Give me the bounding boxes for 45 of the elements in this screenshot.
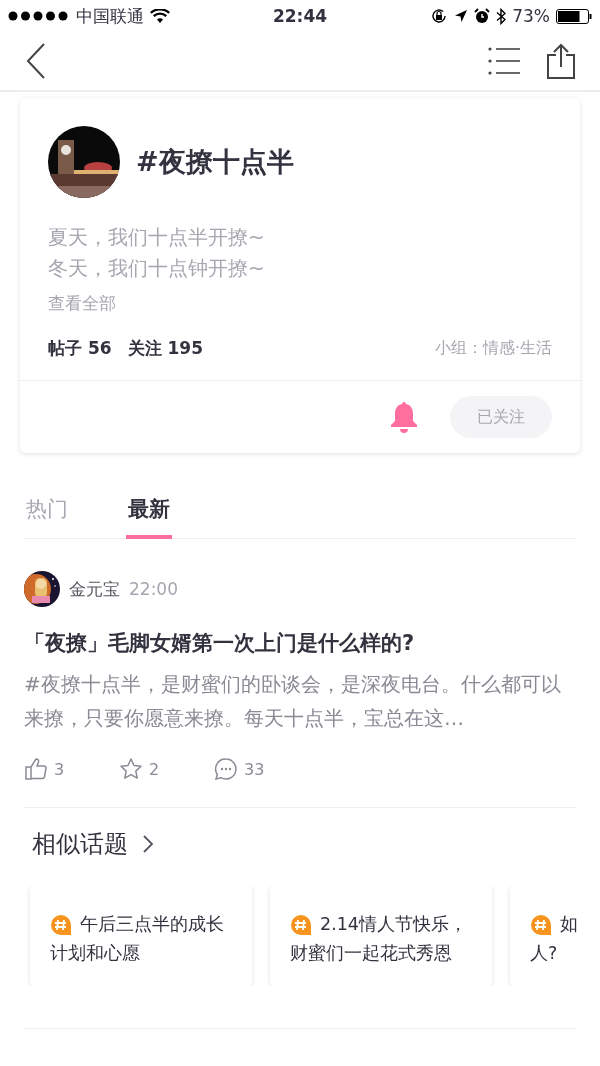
thumbs-up-icon[interactable] xyxy=(24,757,48,781)
group-label: 小组：情感·生活 xyxy=(434,338,552,359)
topic-card[interactable]: 2.14情人节快乐， 财蜜们一起花式秀恩 xyxy=(270,886,492,986)
topic-name: 午后三点半的成长 xyxy=(80,913,224,936)
hashtag-icon xyxy=(50,913,72,936)
topic-name: 2.14情人节快乐， xyxy=(320,913,467,936)
post-time: 22:00 xyxy=(129,579,178,599)
battery-icon xyxy=(556,8,592,24)
bluetooth-icon xyxy=(496,7,507,25)
topic-stat: 帖子 56 xyxy=(48,337,112,360)
section-title: 相似话题 xyxy=(32,829,128,860)
topic-card[interactable]: 如 人? xyxy=(510,886,600,986)
topic-name: 财蜜们一起花式秀恩 xyxy=(290,942,452,965)
topic-stat: 关注 195 xyxy=(127,337,203,360)
chevron-right-icon[interactable] xyxy=(142,834,154,854)
topic-name: 人? xyxy=(530,942,558,965)
rotation-lock-icon xyxy=(430,7,449,25)
battery-percentage: 73% xyxy=(512,6,550,26)
alarm-icon xyxy=(474,8,491,24)
share-icon[interactable] xyxy=(546,43,576,79)
topic-description: 冬天，我们十点钟开撩~ xyxy=(48,255,266,282)
star-icon[interactable] xyxy=(119,757,143,781)
carrier-name: 中国联通 xyxy=(76,4,144,28)
topic-card[interactable]: 午后三点半的成长 计划和心愿 xyxy=(30,886,252,986)
post-title[interactable]: 「夜撩」毛脚女婿第一次上门是什么样的? xyxy=(24,629,576,657)
feed-tab[interactable]: 最新 xyxy=(126,495,172,539)
like-count: 3 xyxy=(54,759,65,779)
signal-icon xyxy=(8,11,70,21)
favorite-count: 2 xyxy=(149,759,160,779)
bell-icon[interactable] xyxy=(390,401,418,433)
comment-icon[interactable] xyxy=(214,757,238,781)
location-icon xyxy=(454,9,469,23)
status-time: 22:44 xyxy=(272,6,328,26)
topic-title: #夜撩十点半 xyxy=(136,145,294,179)
back-icon[interactable] xyxy=(26,43,46,79)
hashtag-icon xyxy=(290,913,312,936)
author-name[interactable]: 金元宝 xyxy=(69,577,120,601)
post-excerpt: #夜撩十点半，是财蜜们的卧谈会，是深夜电台。什么都可以来撩，只要你愿意来撩。每天十点半，宝总在这… xyxy=(24,671,562,732)
topic-name: 计划和心愿 xyxy=(50,942,140,965)
comment-count: 33 xyxy=(244,759,265,779)
hashtag-icon xyxy=(530,913,552,936)
wifi-icon xyxy=(150,8,170,24)
menu-icon[interactable] xyxy=(488,47,520,75)
topic-name: 如 xyxy=(560,913,578,936)
topic-description: 夏天，我们十点半开撩~ xyxy=(48,224,266,251)
